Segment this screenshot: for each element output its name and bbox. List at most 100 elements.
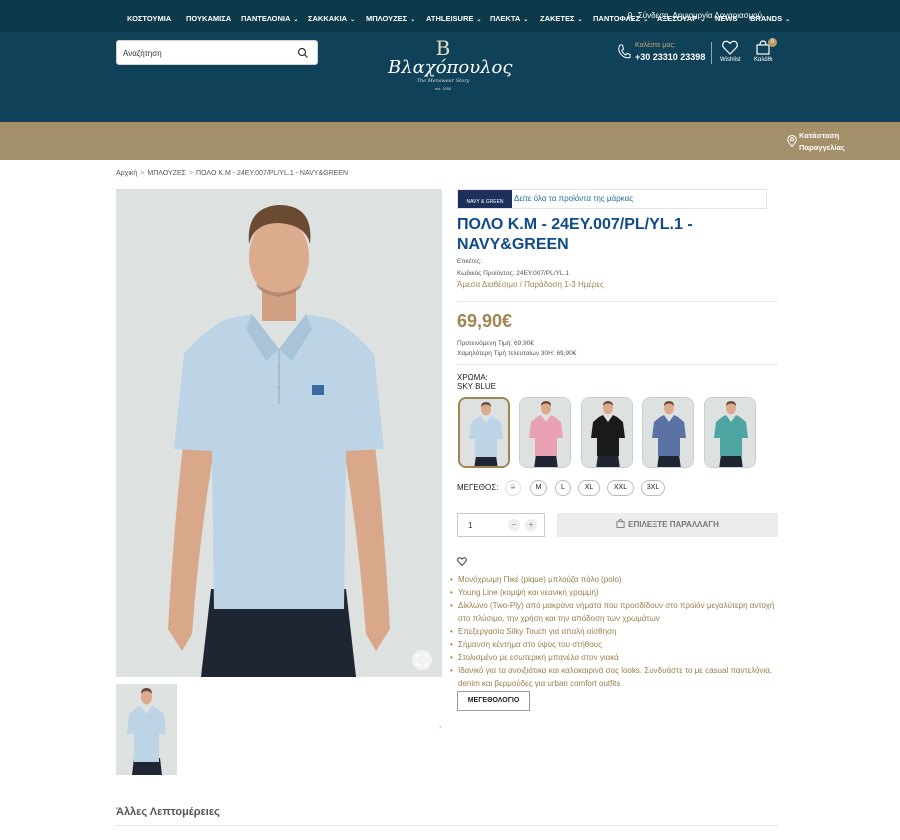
expand-icon <box>416 654 428 666</box>
nav-item-tops[interactable]: ΜΠΛΟΥΖΕΣ ⌄ <box>366 14 415 23</box>
product-code-label: Κωδικός Προϊόντος: <box>457 270 515 277</box>
brand-logo-text: NAVY & GREEN <box>466 199 504 205</box>
chevron-down-icon: ⌄ <box>785 17 791 23</box>
chevron-down-icon: ⌄ <box>577 17 583 23</box>
heart-icon <box>722 40 739 55</box>
chevron-down-icon: ⌄ <box>523 17 529 23</box>
nav-item-news[interactable]: NEWS <box>715 14 738 23</box>
size-label: ΜΕΓΕΘΟΣ: <box>457 483 499 492</box>
nav-item-brands[interactable]: BRANDS ⌄ <box>750 14 790 23</box>
quantity-stepper[interactable]: 1 − + <box>457 513 545 537</box>
swatch-photo <box>520 398 570 467</box>
add-to-wishlist-button[interactable] <box>457 553 467 571</box>
availability: Άμεσα Διαθέσιμο / Παράδοση 1-3 Ημέρες <box>457 280 604 289</box>
color-swatch-navy-blue[interactable] <box>642 397 694 468</box>
size-option-s[interactable]: S <box>505 480 521 496</box>
feature-item: Σήμανση κέντημα στο ύψος του στήθους <box>450 638 780 651</box>
feature-item: Μονόχρωμη Πικέ (pique) μπλούζα πόλο (pol… <box>450 573 780 586</box>
color-label: ΧΡΩΜΑ: <box>457 373 488 382</box>
search-icon[interactable] <box>297 47 309 59</box>
logo-name: Βλαχόπουλος <box>388 57 513 78</box>
quantity-minus-button[interactable]: − <box>508 519 520 531</box>
add-to-cart-button[interactable]: ΕΠΙΛΕΞΤΕ ΠΑΡΑΛΛΑΓΗ <box>557 513 778 537</box>
nav-item-suits[interactable]: ΚΟΣΤΟΥΜΙΑ <box>127 14 171 23</box>
nav-item-slippers[interactable]: ΠΑΝΤΟΦΛΕΣ ⌄ <box>593 14 648 23</box>
size-option-xl[interactable]: XL <box>578 480 600 496</box>
product-main-image[interactable] <box>116 189 442 677</box>
color-swatch-teal[interactable] <box>704 397 756 468</box>
add-button-label: ΕΠΙΛΕΞΤΕ ΠΑΡΑΛΛΑΓΗ <box>628 520 719 529</box>
product-code: 24ΕΥ.007/PL/YL.1 <box>516 270 569 277</box>
wishlist-button[interactable]: Wishlist <box>720 40 741 63</box>
color-swatch-sky-blue[interactable] <box>458 397 510 468</box>
order-status-line1: Κατάσταση <box>799 131 840 140</box>
site-logo[interactable]: B Βλαχόπουλος The Menswear Story est. 19… <box>388 36 513 108</box>
size-option-m[interactable]: M <box>530 480 547 496</box>
chevron-down-icon: ⌄ <box>476 17 482 23</box>
bag-icon <box>616 519 625 528</box>
breadcrumb-home[interactable]: Αρχική <box>116 170 137 177</box>
quantity-plus-button[interactable]: + <box>525 519 537 531</box>
divider <box>457 301 778 302</box>
details-heading: Άλλες Λεπτομέρειες <box>116 806 220 818</box>
product-photo <box>116 189 442 677</box>
header-divider <box>711 42 712 64</box>
swatch-photo <box>643 398 693 467</box>
chevron-down-icon: ⌄ <box>350 17 356 23</box>
feature-item: Επεξεργασία Silky Touch για απαλή αίσθησ… <box>450 625 780 638</box>
size-guide-button[interactable]: ΜΕΓΕΘΟΛΟΓΙΟ <box>457 691 530 711</box>
thumbnail-photo <box>116 684 177 775</box>
tags-label: Ετικέτες: <box>457 258 482 265</box>
product-features: Μονόχρωμη Πικέ (pique) μπλούζα πόλο (pol… <box>450 573 780 690</box>
gallery-next-arrow[interactable]: › <box>439 724 441 731</box>
phone-label: Καλέστε μας: <box>635 42 676 49</box>
order-status-line2: Παραγγελίας <box>799 143 845 152</box>
swatch-photo <box>705 398 755 467</box>
logo-tagline: The Menswear Story <box>416 78 470 84</box>
location-pin-icon <box>787 135 797 147</box>
nav-item-cardigans[interactable]: ΖΑΚΕΤΕΣ ⌄ <box>540 14 583 23</box>
lowest-price: Χαμηλότερη Τιμή τελευταίων 30Η: 69,90€ <box>457 350 577 357</box>
product-title: ΠΟΛΟ Κ.Μ - 24ΕΥ.007/PL/YL.1 - NAVY&GREEN <box>457 216 693 253</box>
breadcrumb-current: ΠΟΛΟ Κ.Μ - 24ΕΥ.007/PL/YL.1 - NAVY&GREEN <box>196 170 349 177</box>
color-value: SKY BLUE <box>457 382 496 391</box>
nav-item-knitwear[interactable]: ΠΛΕΚΤΑ ⌄ <box>490 14 528 23</box>
divider <box>116 825 778 826</box>
cart-count-badge: 0 <box>768 38 777 47</box>
color-swatch-pink[interactable] <box>519 397 571 468</box>
phone-number[interactable]: +30 23310 23398 <box>635 52 705 62</box>
nav-item-shirts[interactable]: ΠΟΥΚΑΜΙΣΑ <box>186 14 231 23</box>
brand-logo[interactable]: NAVY & GREEN <box>458 190 512 208</box>
chevron-down-icon: ⌄ <box>410 17 416 23</box>
size-option-xxl[interactable]: XXL <box>607 480 634 496</box>
heart-icon <box>457 557 467 567</box>
size-option-3xl[interactable]: 3XL <box>641 480 665 496</box>
nav-item-accessories[interactable]: ΑΞΕΣΟΥΑΡ ⌄ <box>657 14 705 23</box>
feature-item: Στολισμένο με εσωτερική μπανέλα στον για… <box>450 651 780 664</box>
nav-item-athleisure[interactable]: ATHLEISURE ⌄ <box>426 14 481 23</box>
feature-item: Ιδανικό για τα ανοιξιάτικα και καλοκαιρι… <box>450 664 780 690</box>
size-option-l[interactable]: L <box>555 480 571 496</box>
zoom-button[interactable] <box>412 650 432 670</box>
swatch-photo <box>460 399 508 466</box>
quantity-value[interactable]: 1 <box>468 521 472 530</box>
chevron-down-icon: ⌄ <box>293 17 299 23</box>
color-swatch-black[interactable] <box>581 397 633 468</box>
main-nav <box>0 122 900 160</box>
swatch-photo <box>582 398 632 467</box>
breadcrumb: Αρχική > ΜΠΛΟΥΖΕΣ > ΠΟΛΟ Κ.Μ - 24ΕΥ.007/PL/Y… <box>116 170 349 177</box>
nav-item-jackets[interactable]: ΣΑΚΚΑΚΙΑ ⌄ <box>308 14 355 23</box>
breadcrumb-category[interactable]: ΜΠΛΟΥΖΕΣ <box>147 170 186 177</box>
chevron-down-icon: ⌄ <box>700 17 706 23</box>
divider <box>457 364 778 365</box>
product-thumbnail[interactable] <box>116 684 177 775</box>
logo-est: est. 1955 <box>434 86 452 91</box>
search-input[interactable]: Αναζήτηση <box>116 40 318 65</box>
feature-item: Δίκλωνο (Two-Ply) από μακράνα νήματα που… <box>450 599 780 625</box>
chevron-down-icon: ⌄ <box>643 17 649 23</box>
nav-item-trousers[interactable]: ΠΑΝΤΕΛΟΝΙΑ ⌄ <box>241 14 298 23</box>
brand-link[interactable]: Δείτε όλα τα προϊόντα της μάρκας <box>514 194 633 203</box>
logo-monogram: B <box>435 36 451 60</box>
color-label-block: ΧΡΩΜΑ: SKY BLUE <box>457 373 496 391</box>
wishlist-label: Wishlist <box>720 57 741 63</box>
